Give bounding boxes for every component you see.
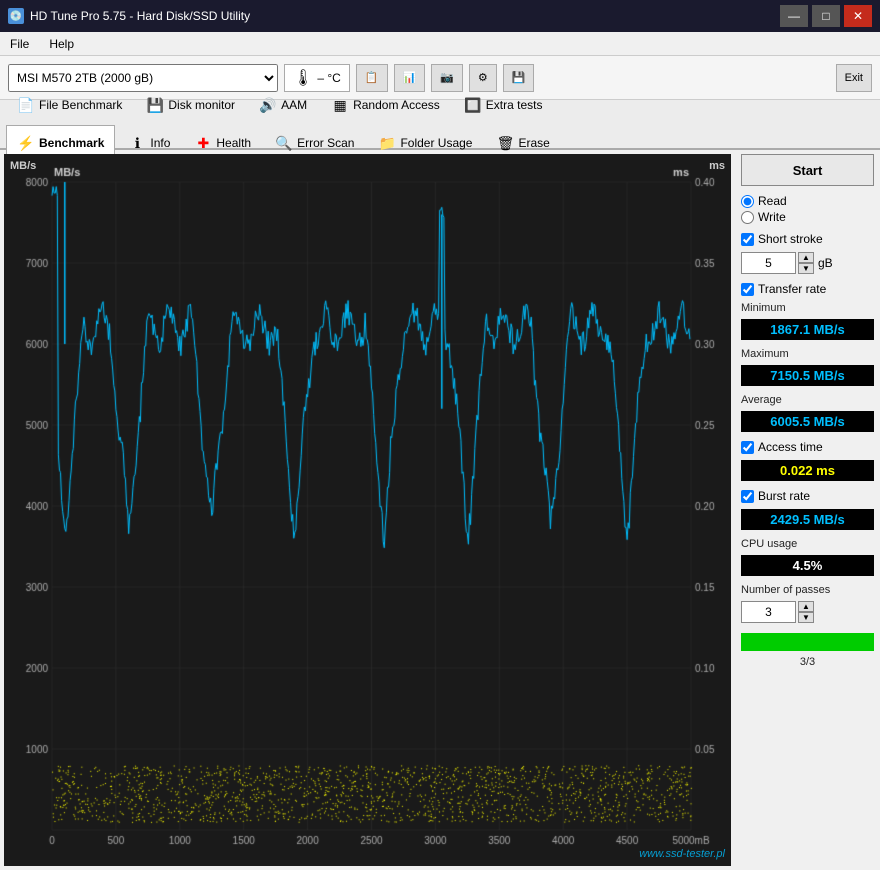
passes-spinner: ▲ ▼ <box>741 601 874 623</box>
app-icon: 💿 <box>8 8 24 24</box>
passes-progress-label: 3/3 <box>741 656 874 668</box>
read-label: Read <box>758 194 787 208</box>
chart-container: MB/s ms www.ssd-tester.pl <box>4 154 731 866</box>
passes-progress-bar <box>741 633 874 651</box>
disk-monitor-icon: 💾 <box>146 96 164 114</box>
access-time-label: Access time <box>758 440 823 454</box>
passes-up[interactable]: ▲ <box>798 601 814 612</box>
tab-extra-tests-label: Extra tests <box>486 98 543 112</box>
random-access-icon: ▦ <box>331 96 349 114</box>
tab-random-access[interactable]: ▦ Random Access <box>320 87 451 123</box>
average-label: Average <box>741 394 874 406</box>
tab-info-label: Info <box>150 136 170 150</box>
chart-unit-left: MB/s <box>10 160 36 172</box>
short-stroke-up[interactable]: ▲ <box>798 252 814 263</box>
tab-file-benchmark[interactable]: 📄 File Benchmark <box>6 87 133 123</box>
maximum-value: 7150.5 MB/s <box>741 365 874 386</box>
menu-help[interactable]: Help <box>45 35 78 53</box>
passes-progress-fill <box>741 633 874 651</box>
start-button[interactable]: Start <box>741 154 874 186</box>
passes-down[interactable]: ▼ <box>798 612 814 623</box>
short-stroke-label: Short stroke <box>758 232 823 246</box>
cpu-usage-label: CPU usage <box>741 538 874 550</box>
folder-usage-icon: 📁 <box>378 134 396 152</box>
write-radio-label[interactable]: Write <box>741 210 874 224</box>
info-icon: ℹ <box>128 134 146 152</box>
main-content: MB/s ms www.ssd-tester.pl Start Read Wri… <box>0 150 880 870</box>
read-radio-label[interactable]: Read <box>741 194 874 208</box>
aam-icon: 🔊 <box>259 96 277 114</box>
temperature-value: – °C <box>317 71 340 85</box>
extra-tests-icon: 🔲 <box>464 96 482 114</box>
window-title: HD Tune Pro 5.75 - Hard Disk/SSD Utility <box>30 9 250 23</box>
cpu-usage-value: 4.5% <box>741 555 874 576</box>
burst-rate-value: 2429.5 MB/s <box>741 509 874 530</box>
chart-unit-right: ms <box>709 160 725 172</box>
minimum-label: Minimum <box>741 302 874 314</box>
access-time-value: 0.022 ms <box>741 460 874 481</box>
write-label: Write <box>758 210 786 224</box>
transfer-rate-checkbox-label[interactable]: Transfer rate <box>741 282 874 296</box>
minimum-value: 1867.1 MB/s <box>741 319 874 340</box>
health-icon: ✚ <box>194 134 212 152</box>
maximum-label: Maximum <box>741 348 874 360</box>
tab-file-benchmark-label: File Benchmark <box>39 98 122 112</box>
short-stroke-unit: gB <box>818 256 833 270</box>
read-write-group: Read Write <box>741 194 874 224</box>
average-value: 6005.5 MB/s <box>741 411 874 432</box>
tab-error-scan-label: Error Scan <box>297 136 354 150</box>
passes-spinner-btns: ▲ ▼ <box>798 601 814 623</box>
short-stroke-input[interactable] <box>741 252 796 274</box>
benchmark-icon: ⚡ <box>17 134 35 152</box>
read-radio[interactable] <box>741 195 754 208</box>
access-time-checkbox[interactable] <box>741 441 754 454</box>
maximize-button[interactable]: □ <box>812 5 840 27</box>
tab-aam[interactable]: 🔊 AAM <box>248 87 318 123</box>
short-stroke-spinner: ▲ ▼ gB <box>741 252 874 274</box>
tab-extra-tests[interactable]: 🔲 Extra tests <box>453 87 554 123</box>
erase-icon: 🗑 <box>496 134 514 152</box>
burst-rate-checkbox-label[interactable]: Burst rate <box>741 489 874 503</box>
tab-health-label: Health <box>216 136 251 150</box>
access-time-checkbox-label[interactable]: Access time <box>741 440 874 454</box>
menu-bar: File Help <box>0 32 880 56</box>
tab-random-access-label: Random Access <box>353 98 440 112</box>
passes-label: Number of passes <box>741 584 874 596</box>
file-benchmark-icon: 📄 <box>17 96 35 114</box>
watermark: www.ssd-tester.pl <box>639 848 725 860</box>
title-left: 💿 HD Tune Pro 5.75 - Hard Disk/SSD Utili… <box>8 8 250 24</box>
burst-rate-checkbox[interactable] <box>741 490 754 503</box>
short-stroke-down[interactable]: ▼ <box>798 263 814 274</box>
burst-rate-label: Burst rate <box>758 489 810 503</box>
transfer-rate-label: Transfer rate <box>758 282 826 296</box>
tab-bar: 📄 File Benchmark 💾 Disk monitor 🔊 AAM ▦ … <box>0 100 880 150</box>
short-stroke-checkbox-label[interactable]: Short stroke <box>741 232 874 246</box>
menu-file[interactable]: File <box>6 35 33 53</box>
benchmark-chart <box>4 154 731 866</box>
short-stroke-spinner-btns: ▲ ▼ <box>798 252 814 274</box>
tab-disk-monitor-label: Disk monitor <box>168 98 235 112</box>
write-radio[interactable] <box>741 211 754 224</box>
minimize-button[interactable]: — <box>780 5 808 27</box>
thermometer-icon: 🌡 <box>293 68 313 88</box>
close-button[interactable]: ✕ <box>844 5 872 27</box>
passes-input[interactable] <box>741 601 796 623</box>
error-scan-icon: 🔍 <box>275 134 293 152</box>
short-stroke-checkbox[interactable] <box>741 233 754 246</box>
tab-benchmark-label: Benchmark <box>39 136 104 150</box>
transfer-rate-checkbox[interactable] <box>741 283 754 296</box>
tab-disk-monitor[interactable]: 💾 Disk monitor <box>135 87 246 123</box>
tab-folder-usage-label: Folder Usage <box>400 136 472 150</box>
window-controls: — □ ✕ <box>780 5 872 27</box>
tab-aam-label: AAM <box>281 98 307 112</box>
right-panel: Start Read Write Short stroke ▲ ▼ gB <box>735 150 880 870</box>
title-bar: 💿 HD Tune Pro 5.75 - Hard Disk/SSD Utili… <box>0 0 880 32</box>
tab-erase-label: Erase <box>518 136 549 150</box>
